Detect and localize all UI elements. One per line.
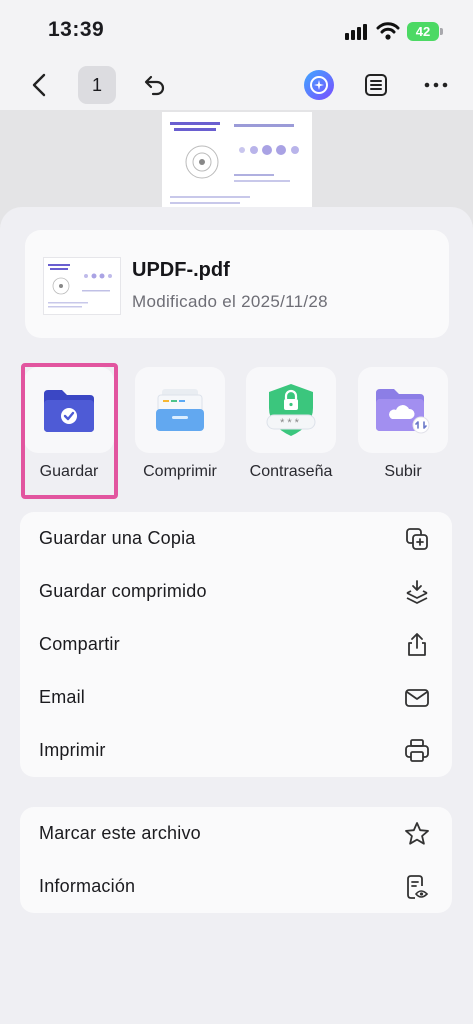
undo-button[interactable] xyxy=(136,66,172,104)
svg-text:***: *** xyxy=(280,417,302,429)
chevron-left-icon xyxy=(32,73,46,97)
wifi-icon xyxy=(376,22,400,40)
upload-action-tile[interactable] xyxy=(358,367,448,453)
status-time: 13:39 xyxy=(48,18,105,41)
save-highlight-box xyxy=(21,363,118,499)
more-button[interactable] xyxy=(418,66,454,104)
page-number-button[interactable]: 1 xyxy=(78,66,116,104)
mail-icon xyxy=(405,689,429,707)
shield-lock-icon: *** xyxy=(266,384,316,436)
more-dots-icon xyxy=(424,82,448,88)
password-action-tile[interactable]: *** xyxy=(246,367,336,453)
file-thumbnail xyxy=(43,257,121,315)
share-menu-item[interactable]: Compartir xyxy=(20,618,452,671)
file-info-list: Marcar este archivo Información xyxy=(20,807,452,913)
outline-button[interactable] xyxy=(357,66,395,104)
file-actions-list: Guardar una Copia Guardar comprimido Com… xyxy=(20,512,452,777)
upload-action-label: Subir xyxy=(384,463,422,480)
page-thumbnail-graphic xyxy=(170,122,299,204)
star-icon xyxy=(405,822,429,845)
save-compressed-menu-item[interactable]: Guardar comprimido xyxy=(20,565,452,618)
menu-item-label: Marcar este archivo xyxy=(39,823,201,843)
password-action-label: Contraseña xyxy=(249,463,333,480)
menu-item-label: Compartir xyxy=(39,634,120,654)
compress-action-label: Comprimir xyxy=(143,463,217,480)
back-button[interactable] xyxy=(24,66,54,104)
archive-tray-icon xyxy=(156,389,204,431)
file-info-card: UPDF-.pdf Modificado el 2025/11/28 xyxy=(25,230,449,338)
copy-plus-icon xyxy=(406,528,428,550)
email-menu-item[interactable]: Email xyxy=(20,671,452,724)
share-icon xyxy=(408,633,426,656)
top-toolbar: 1 xyxy=(0,60,473,110)
menu-item-label: Guardar comprimido xyxy=(39,581,207,601)
file-modified-date: Modificado el 2025/11/28 xyxy=(132,292,328,311)
printer-icon xyxy=(405,739,429,762)
file-name: UPDF-.pdf xyxy=(132,259,230,281)
ai-assistant-icon xyxy=(304,70,334,100)
undo-icon xyxy=(144,75,165,96)
menu-item-label: Guardar una Copia xyxy=(39,528,196,548)
ai-assistant-button[interactable] xyxy=(300,66,338,104)
document-page-preview xyxy=(162,112,312,212)
folder-cloud-icon xyxy=(376,389,430,434)
menu-item-label: Imprimir xyxy=(39,740,106,760)
status-bar: 13:39 42 xyxy=(0,0,473,60)
information-menu-item[interactable]: Información xyxy=(20,860,452,913)
bookmark-file-menu-item[interactable]: Marcar este archivo xyxy=(20,807,452,860)
compress-action-tile[interactable] xyxy=(135,367,225,453)
list-document-icon xyxy=(365,74,387,96)
print-menu-item[interactable]: Imprimir xyxy=(20,724,452,777)
cellular-signal-icon xyxy=(345,24,367,40)
document-eye-icon xyxy=(407,875,429,899)
menu-item-label: Información xyxy=(39,876,136,896)
file-options-sheet: UPDF-.pdf Modificado el 2025/11/28 *** G… xyxy=(0,207,473,1024)
battery-indicator: 42 xyxy=(407,22,443,41)
save-copy-menu-item[interactable]: Guardar una Copia xyxy=(20,512,452,565)
compress-layers-icon xyxy=(406,580,428,604)
menu-item-label: Email xyxy=(39,687,86,707)
